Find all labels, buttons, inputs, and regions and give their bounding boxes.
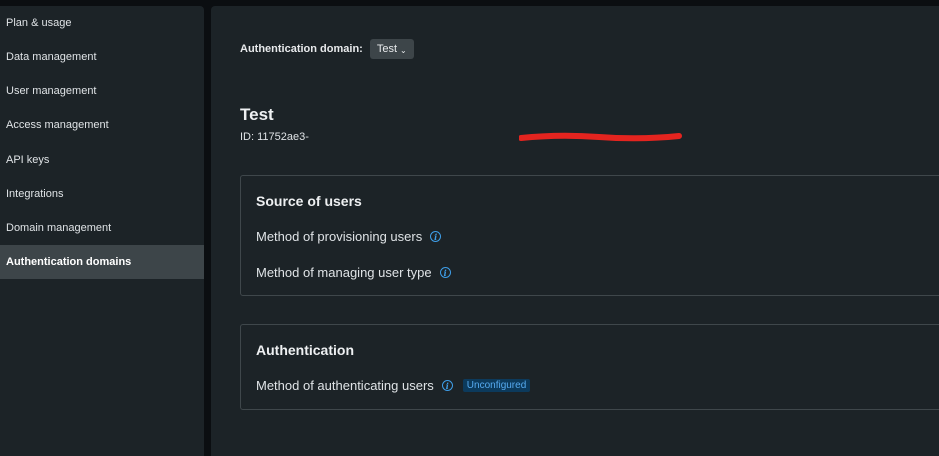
sidebar-item-domain-management[interactable]: Domain management [0,211,204,245]
domain-select-value: Test [376,43,398,55]
authentication-card: Authentication Method of authenticating … [240,324,939,410]
info-icon[interactable]: i [441,380,453,391]
sidebar: Plan & usage Data management User manage… [0,6,204,456]
sidebar-item-authentication-domains[interactable]: Authentication domains [0,245,204,279]
authentication-method-row: Method of authenticating users i Unconfi… [256,378,531,393]
provisioning-method-label: Method of provisioning users [256,229,423,244]
info-icon[interactable]: i [430,231,442,242]
sidebar-item-access-management[interactable]: Access management [0,108,204,142]
domain-selector-row: Authentication domain: Test ⌄ [240,39,414,59]
sidebar-item-data-management[interactable]: Data management [0,40,204,74]
authentication-title: Authentication [256,342,354,358]
user-type-method-row: Method of managing user type i [256,265,451,280]
domain-selector-label: Authentication domain: [240,43,363,55]
user-type-method-label: Method of managing user type [256,265,432,280]
domain-select[interactable]: Test ⌄ [369,39,414,59]
provisioning-method-row: Method of provisioning users i [256,229,442,244]
domain-id: ID: 11752ae3- [240,131,309,143]
sidebar-item-integrations[interactable]: Integrations [0,177,204,211]
main-panel: Authentication domain: Test ⌄ Test ID: 1… [211,6,939,456]
status-badge: Unconfigured [462,379,531,392]
source-of-users-title: Source of users [256,193,362,209]
authentication-method-label: Method of authenticating users [256,378,434,393]
page-title: Test [240,105,274,124]
sidebar-item-plan-usage[interactable]: Plan & usage [0,6,204,40]
info-icon[interactable]: i [439,267,451,278]
sidebar-item-user-management[interactable]: User management [0,74,204,108]
chevron-down-icon: ⌄ [400,45,407,55]
redaction-mark [519,132,682,142]
source-of-users-card: Source of users Method of provisioning u… [240,175,939,296]
sidebar-item-api-keys[interactable]: API keys [0,143,204,177]
